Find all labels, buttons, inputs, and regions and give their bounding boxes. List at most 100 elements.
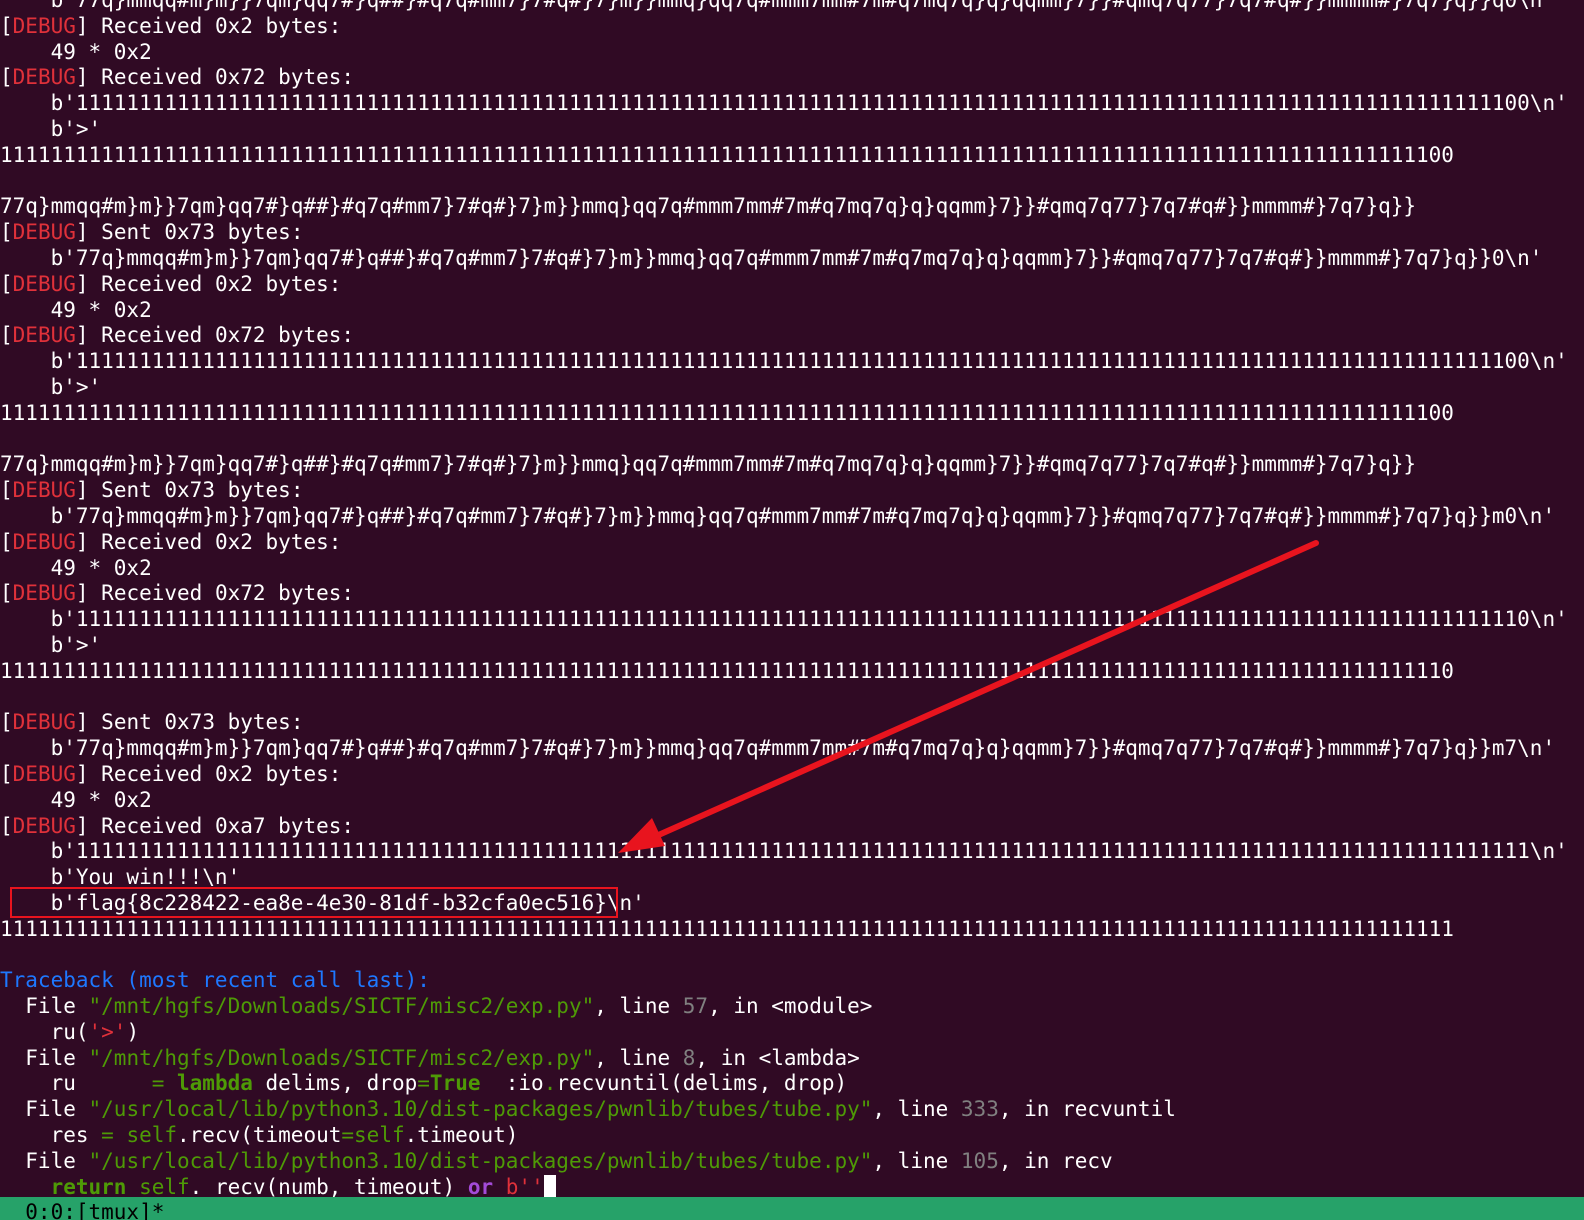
bracket-close: ] bbox=[75, 813, 89, 838]
bracket-open: [ bbox=[0, 271, 13, 296]
debug-log-line: [DEBUG] Received 0x72 bytes: bbox=[0, 581, 1584, 607]
traceback-function-name: <module> bbox=[771, 994, 873, 1019]
bracket-open: [ bbox=[0, 581, 13, 606]
debug-tag: DEBUG bbox=[12, 478, 76, 503]
debug-message: Received 0x72 bytes: bbox=[88, 581, 355, 606]
traceback-line-label: , line bbox=[594, 1045, 683, 1070]
output-line: 1111111111111111111111111111111111111111… bbox=[0, 400, 1454, 425]
traceback-file-label: File bbox=[0, 1097, 89, 1122]
traceback-file-path: "/mnt/hgfs/Downloads/SICTF/misc2/exp.py" bbox=[88, 994, 595, 1019]
output-line: b'77q}mmqq#m}m}}7qm}qq7#}q##}#q7q#mm7}7#… bbox=[0, 245, 1543, 270]
output-line: b'11111111111111111111111111111111111111… bbox=[0, 349, 1568, 374]
bracket-close: ] bbox=[75, 65, 89, 90]
traceback-header: Traceback (most recent call last): bbox=[0, 968, 430, 993]
bracket-open: [ bbox=[0, 323, 13, 348]
debug-log-line: [DEBUG] Received 0xa7 bytes: bbox=[0, 814, 1584, 840]
debug-tag: DEBUG bbox=[12, 813, 76, 838]
code-token: or bbox=[467, 1174, 494, 1199]
terminal-output: b'77q}mmqq#m}m}}7qm}qq7#}q##}#q7q#mm7}7#… bbox=[0, 0, 1584, 1200]
debug-message: Sent 0x73 bytes: bbox=[88, 478, 304, 503]
traceback-function-name: recv bbox=[1062, 1148, 1113, 1173]
output-line: 77q}mmqq#m}m}}7qm}qq7#}q##}#q7q#mm7}7#q#… bbox=[0, 194, 1417, 219]
code-token: = bbox=[151, 1071, 178, 1096]
code-token: delims, drop bbox=[252, 1071, 418, 1096]
code-token: =self bbox=[341, 1123, 405, 1148]
code-token: . bbox=[543, 1071, 557, 1096]
code-token: ._recv(numb, timeout) bbox=[189, 1174, 468, 1199]
bracket-close: ] bbox=[75, 13, 89, 38]
code-token: ru( bbox=[0, 1019, 89, 1044]
traceback-in-label: , in bbox=[708, 994, 772, 1019]
bracket-open: [ bbox=[0, 13, 13, 38]
debug-message: Received 0x72 bytes: bbox=[88, 323, 355, 348]
bracket-close: ] bbox=[75, 478, 89, 503]
output-line: 49 * 0x2 bbox=[0, 555, 152, 580]
output-line: b'>' bbox=[0, 116, 102, 141]
traceback-function-name: <lambda> bbox=[758, 1045, 860, 1070]
debug-log-line: [DEBUG] Received 0x72 bytes: bbox=[0, 323, 1584, 349]
debug-tag: DEBUG bbox=[12, 323, 76, 348]
traceback-code-line: res = self.recv(timeout=self.timeout) bbox=[0, 1123, 1584, 1149]
code-token: return bbox=[50, 1174, 127, 1199]
traceback-in-label: , in bbox=[695, 1045, 759, 1070]
bracket-open: [ bbox=[0, 813, 13, 838]
traceback-line-label: , line bbox=[872, 1097, 961, 1122]
output-line: b'11111111111111111111111111111111111111… bbox=[0, 607, 1568, 632]
code-token: = bbox=[417, 1071, 430, 1096]
bracket-open: [ bbox=[0, 220, 13, 245]
output-line: 49 * 0x2 bbox=[0, 787, 152, 812]
code-token: res bbox=[0, 1123, 102, 1148]
code-token: '>' bbox=[88, 1019, 127, 1044]
output-line: b'77q}mmqq#m}m}}7qm}qq7#}q##}#q7q#mm7}7#… bbox=[0, 0, 1556, 12]
debug-tag: DEBUG bbox=[12, 710, 76, 735]
output-line: 49 * 0x2 bbox=[0, 39, 152, 64]
bracket-close: ] bbox=[75, 581, 89, 606]
traceback-frame-line: File "/mnt/hgfs/Downloads/SICTF/misc2/ex… bbox=[0, 994, 1584, 1020]
output-line: b'>' bbox=[0, 632, 102, 657]
debug-log-line: [DEBUG] Received 0x2 bytes: bbox=[0, 762, 1584, 788]
code-token: b'' bbox=[505, 1174, 544, 1199]
debug-tag: DEBUG bbox=[12, 529, 76, 554]
terminal-window[interactable]: b'77q}mmqq#m}m}}7qm}qq7#}q##}#q7q#mm7}7#… bbox=[0, 0, 1584, 1220]
code-token: :io bbox=[480, 1071, 544, 1096]
traceback-frame-line: File "/usr/local/lib/python3.10/dist-pac… bbox=[0, 1097, 1584, 1123]
code-token: recvuntil(delims, drop) bbox=[556, 1071, 848, 1096]
debug-log-line: [DEBUG] Sent 0x73 bytes: bbox=[0, 710, 1584, 736]
output-line: b'flag{8c228422-ea8e-4e30-81df-b32cfa0ec… bbox=[0, 890, 645, 915]
bracket-open: [ bbox=[0, 761, 13, 786]
output-line: 1111111111111111111111111111111111111111… bbox=[0, 142, 1454, 167]
debug-log-line: [DEBUG] Received 0x72 bytes: bbox=[0, 65, 1584, 91]
bracket-open: [ bbox=[0, 710, 13, 735]
traceback-code-line: ru = lambda delims, drop=True :io.recvun… bbox=[0, 1071, 1584, 1097]
tmux-status-bar: 0:0:[tmux]* bbox=[0, 1197, 1584, 1220]
traceback-file-path: "/usr/local/lib/python3.10/dist-packages… bbox=[88, 1097, 873, 1122]
traceback-file-path: "/mnt/hgfs/Downloads/SICTF/misc2/exp.py" bbox=[88, 1045, 595, 1070]
bracket-open: [ bbox=[0, 529, 13, 554]
code-token: lambda bbox=[177, 1071, 253, 1096]
traceback-line-number: 105 bbox=[960, 1148, 999, 1173]
code-token: ru bbox=[0, 1071, 152, 1096]
output-line: 1111111111111111111111111111111111111111… bbox=[0, 916, 1454, 941]
debug-log-line: [DEBUG] Received 0x2 bytes: bbox=[0, 530, 1584, 556]
debug-tag: DEBUG bbox=[12, 220, 76, 245]
output-line: b'>' bbox=[0, 374, 102, 399]
traceback-frame-line: File "/usr/local/lib/python3.10/dist-pac… bbox=[0, 1149, 1584, 1175]
bracket-close: ] bbox=[75, 761, 89, 786]
code-token: self bbox=[139, 1174, 190, 1199]
debug-message: Sent 0x73 bytes: bbox=[88, 220, 304, 245]
output-line: b'11111111111111111111111111111111111111… bbox=[0, 91, 1568, 116]
terminal-cursor[interactable] bbox=[543, 1174, 556, 1200]
debug-log-line: [DEBUG] Sent 0x73 bytes: bbox=[0, 220, 1584, 246]
debug-tag: DEBUG bbox=[12, 271, 76, 296]
debug-message: Received 0x2 bytes: bbox=[88, 13, 342, 38]
debug-message: Received 0x2 bytes: bbox=[88, 529, 342, 554]
bracket-close: ] bbox=[75, 271, 89, 296]
traceback-in-label: , in bbox=[998, 1148, 1063, 1173]
